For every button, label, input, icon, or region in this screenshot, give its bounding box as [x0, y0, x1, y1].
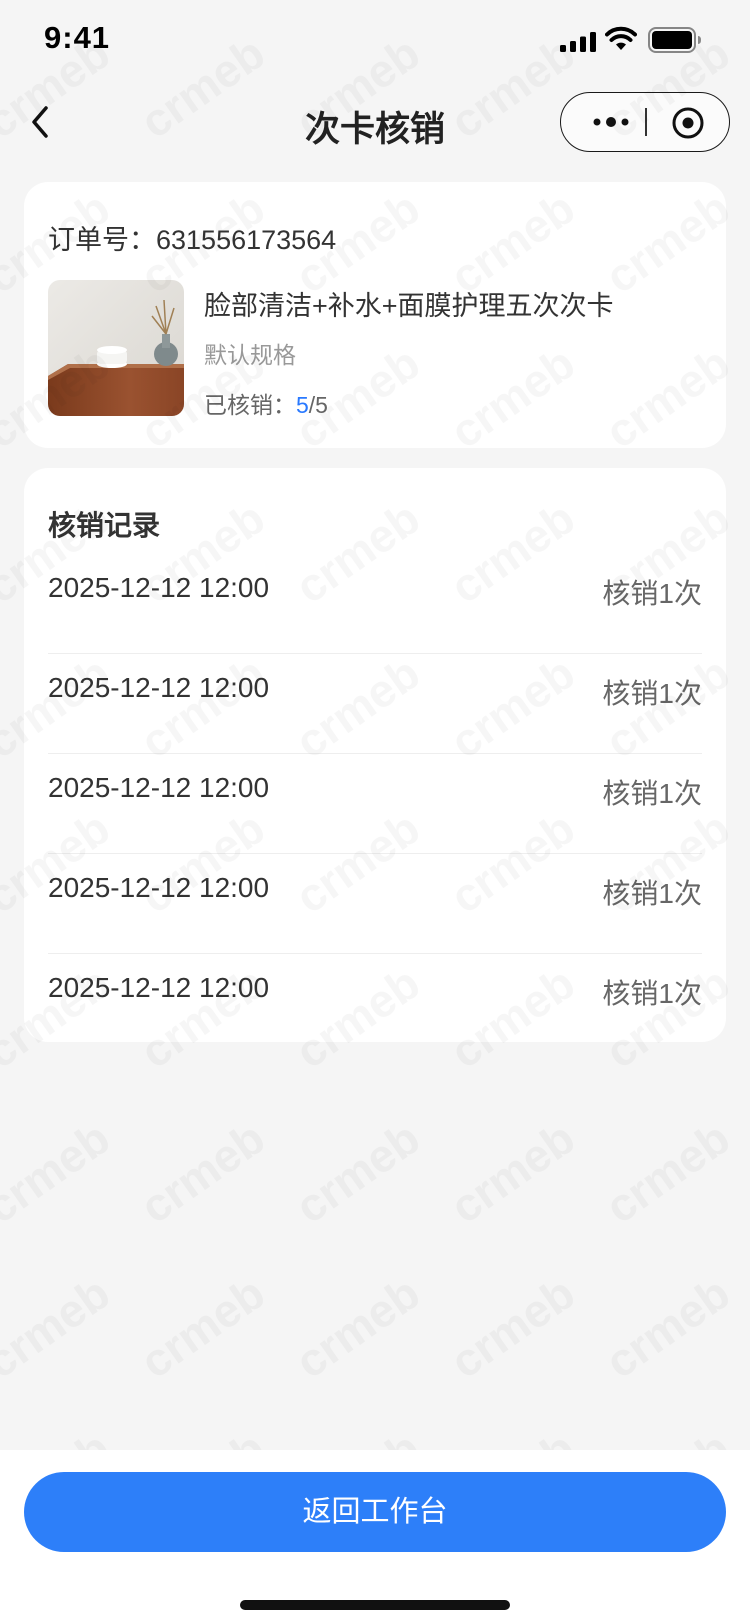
record-row: 2025-12-12 12:00 核销1次	[48, 854, 702, 954]
record-time: 2025-12-12 12:00	[48, 872, 270, 903]
verify-progress-label: 已核销：	[204, 392, 296, 418]
order-number-label: 订单号：	[48, 225, 156, 255]
record-time: 2025-12-12 12:00	[48, 772, 270, 803]
return-workbench-button[interactable]: 返回工作台	[24, 1472, 726, 1552]
record-time: 2025-12-12 12:00	[48, 972, 270, 1003]
record-count: 核销1次	[602, 878, 702, 909]
order-card: 订单号：631556173564 脸部清洁+补水+面膜护理五次次卡 默认规格 已…	[24, 182, 726, 448]
record-count: 核销1次	[602, 978, 702, 1009]
record-count: 核销1次	[602, 578, 702, 609]
record-time: 2025-12-12 12:00	[48, 572, 270, 603]
status-time: 9:41	[44, 20, 111, 55]
mini-program-capsule	[560, 92, 730, 152]
records-title: 核销记录	[48, 510, 161, 541]
records-card: 核销记录 2025-12-12 12:00 核销1次 2025-12-12 12…	[24, 468, 726, 1042]
order-number: 订单号：631556173564	[48, 218, 336, 257]
bottom-bar: 返回工作台	[0, 1450, 750, 1624]
record-row: 2025-12-12 12:00 核销1次	[48, 754, 702, 854]
record-row: 2025-12-12 12:00 核销1次	[48, 554, 702, 654]
order-number-value: 631556173564	[156, 225, 337, 255]
record-list: 2025-12-12 12:00 核销1次 2025-12-12 12:00 核…	[48, 554, 702, 1054]
navigation-bar: 次卡核销	[0, 80, 750, 168]
status-bar: 9:41	[0, 0, 750, 80]
product-spec: 默认规格	[204, 342, 296, 368]
signal-icon	[560, 32, 596, 52]
record-count: 核销1次	[602, 778, 702, 809]
verify-progress-total: /5	[308, 392, 328, 418]
record-time: 2025-12-12 12:00	[48, 672, 270, 703]
verify-progress-done: 5	[296, 392, 309, 418]
capsule-divider	[645, 108, 647, 136]
product-name: 脸部清洁+补水+面膜护理五次次卡	[204, 291, 614, 321]
home-indicator	[240, 1600, 510, 1610]
more-icon[interactable]	[591, 112, 631, 132]
close-icon[interactable]	[671, 106, 705, 140]
product-image[interactable]	[48, 280, 184, 416]
record-row: 2025-12-12 12:00 核销1次	[48, 654, 702, 754]
battery-icon	[648, 27, 701, 53]
record-row: 2025-12-12 12:00 核销1次	[48, 954, 702, 1054]
wifi-icon	[605, 26, 637, 50]
record-count: 核销1次	[602, 678, 702, 709]
verify-progress: 已核销：5/5	[204, 386, 328, 420]
